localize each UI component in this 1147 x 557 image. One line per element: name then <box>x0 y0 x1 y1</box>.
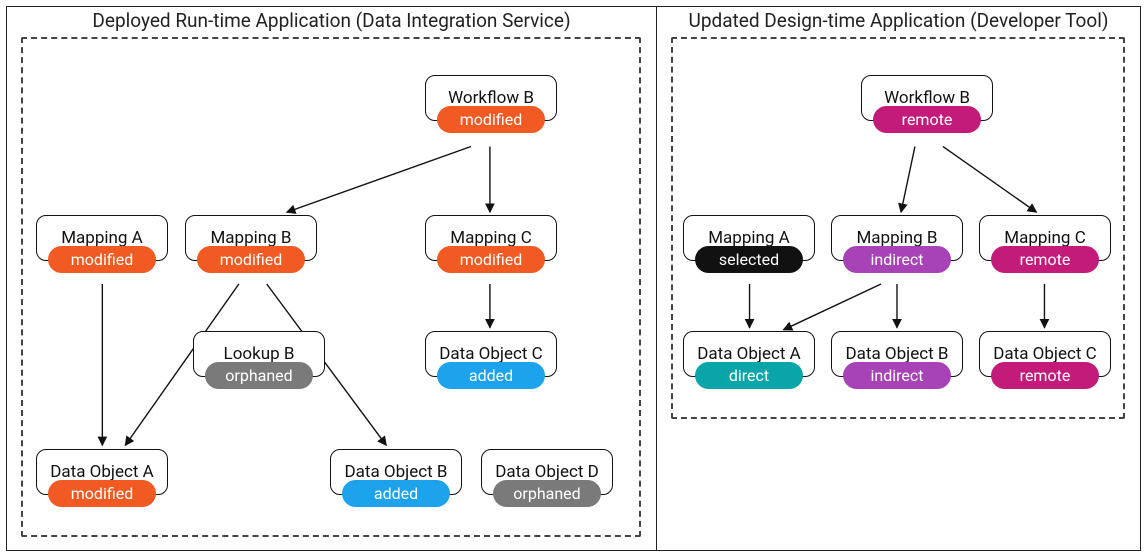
status-badge: direct <box>695 362 803 389</box>
node-data-object-a: Data Object A modified <box>36 449 168 507</box>
status-badge: modified <box>197 246 305 273</box>
status-badge: modified <box>437 246 545 273</box>
node-mapping-b: Mapping B modified <box>185 215 317 273</box>
node-mapping-b: Mapping B indirect <box>831 215 963 273</box>
node-data-object-d: Data Object D orphaned <box>481 449 613 507</box>
node-workflow-b: Workflow B modified <box>425 75 557 133</box>
panel-title-left: Deployed Run-time Application (Data Inte… <box>7 7 656 34</box>
status-badge: selected <box>695 246 803 273</box>
node-data-object-c: Data Object C added <box>425 331 557 389</box>
panel-title-right: Updated Design-time Application (Develop… <box>657 7 1140 34</box>
panel-updated-designtime: Updated Design-time Application (Develop… <box>657 7 1140 550</box>
status-badge: orphaned <box>205 362 313 389</box>
status-badge: orphaned <box>493 480 601 507</box>
node-workflow-b: Workflow B remote <box>861 75 993 133</box>
status-badge: added <box>437 362 545 389</box>
status-badge: remote <box>991 362 1099 389</box>
status-badge: modified <box>437 106 545 133</box>
node-data-object-b: Data Object B indirect <box>831 331 963 389</box>
node-mapping-c: Mapping C remote <box>979 215 1111 273</box>
node-data-object-c: Data Object C remote <box>979 331 1111 389</box>
node-mapping-a: Mapping A modified <box>36 215 168 273</box>
diagram-container: Deployed Run-time Application (Data Inte… <box>6 6 1141 551</box>
status-badge: modified <box>48 246 156 273</box>
status-badge: added <box>342 480 450 507</box>
node-data-object-b: Data Object B added <box>330 449 462 507</box>
panel-deployed-runtime: Deployed Run-time Application (Data Inte… <box>7 7 657 550</box>
status-badge: indirect <box>843 246 951 273</box>
status-badge: modified <box>48 480 156 507</box>
node-data-object-a: Data Object A direct <box>683 331 815 389</box>
node-lookup-b: Lookup B orphaned <box>193 331 325 389</box>
status-badge: remote <box>991 246 1099 273</box>
node-mapping-a: Mapping A selected <box>683 215 815 273</box>
status-badge: remote <box>873 106 981 133</box>
status-badge: indirect <box>843 362 951 389</box>
node-mapping-c: Mapping C modified <box>425 215 557 273</box>
